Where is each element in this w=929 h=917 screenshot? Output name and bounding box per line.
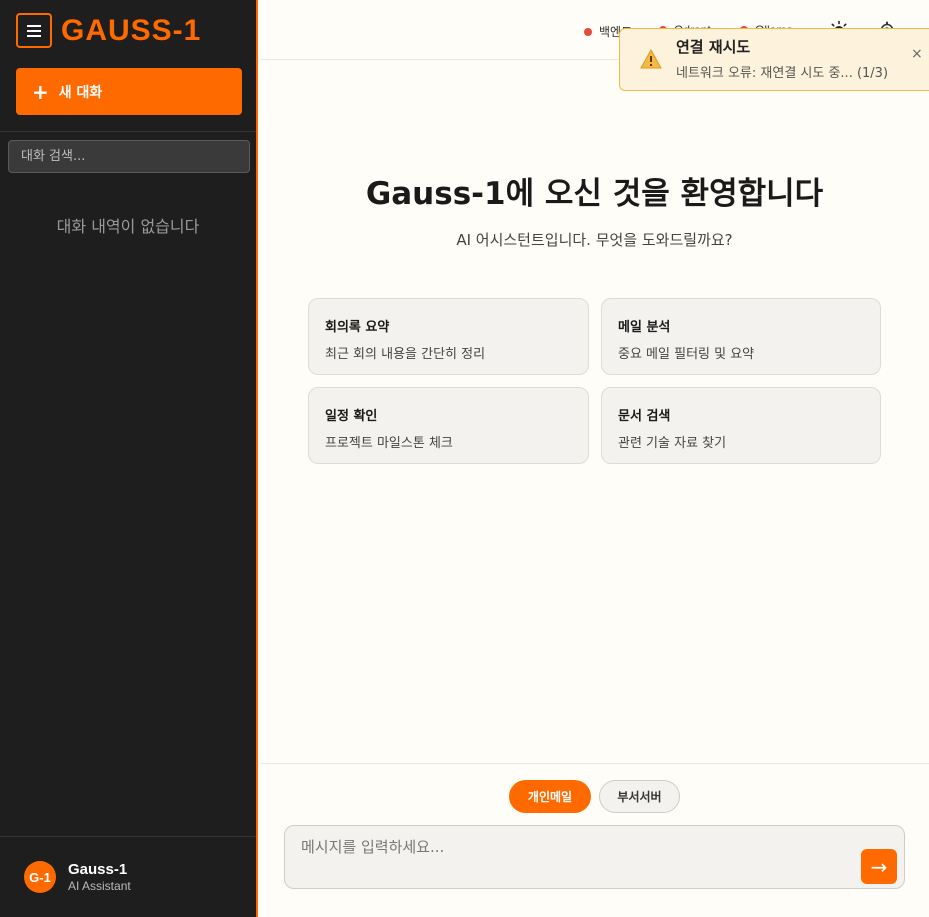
new-chat-button[interactable]: + 새 대화 [16,68,242,115]
warning-icon [640,49,662,69]
plus-icon: + [32,79,49,104]
toast-title: 연결 재시도 [676,38,751,56]
source-chip-personal-mail[interactable]: 개인메일 [509,780,591,813]
hamburger-icon [27,24,41,37]
message-input[interactable] [301,838,841,856]
empty-history-text: 대화 내역이 없습니다 [56,217,200,236]
sidebar: GAUSS-1 + 새 대화 대화 내역이 없습니다 G-1 Gauss-1 A… [0,0,258,917]
send-button[interactable]: → [861,849,897,884]
new-chat-label: 새 대화 [58,84,103,101]
source-chip-department-server[interactable]: 부서서버 [599,780,680,813]
status-dot-icon [584,27,592,36]
page-title: Gauss-1에 오신 것을 환영합니다 [365,176,824,212]
avatar: G-1 [24,861,56,893]
toast-message: 네트워크 오류: 재연결 시도 중... (1/3) [676,66,889,81]
card-description: 중요 메일 필터링 및 요약 [618,347,755,362]
card-title: 문서 검색 [618,409,671,424]
card-description: 최근 회의 내용을 간단히 정리 [325,347,486,362]
message-composer: → [284,825,905,889]
brand-logo: GAUSS-1 [61,14,202,47]
suggestion-card-document-search[interactable]: 문서 검색 관련 기술 자료 찾기 [601,387,881,464]
card-title: 일정 확인 [325,409,378,424]
sidebar-divider [0,131,256,132]
close-icon[interactable]: × [911,46,923,62]
arrow-right-icon: → [870,854,888,879]
user-name: Gauss-1 [68,861,128,878]
composer-divider [260,763,929,764]
suggestion-card-meeting-summary[interactable]: 회의록 요약 최근 회의 내용을 간단히 정리 [308,298,589,375]
menu-toggle-button[interactable] [16,13,52,48]
card-description: 프로젝트 마일스톤 체크 [325,436,453,451]
suggestion-card-schedule-check[interactable]: 일정 확인 프로젝트 마일스톤 체크 [308,387,589,464]
page-subtitle: AI 어시스턴트입니다. 무엇을 도와드릴까요? [456,231,733,249]
card-title: 회의록 요약 [325,320,390,335]
suggestion-card-mail-analysis[interactable]: 메일 분석 중요 메일 필터링 및 요약 [601,298,881,375]
conversation-search-input[interactable] [8,140,250,173]
sidebar-footer-divider [0,836,256,837]
card-description: 관련 기술 자료 찾기 [618,436,727,451]
connection-retry-toast: 연결 재시도 네트워크 오류: 재연결 시도 중... (1/3) × [619,28,929,91]
user-subtitle: AI Assistant [68,879,131,893]
card-title: 메일 분석 [618,320,671,335]
